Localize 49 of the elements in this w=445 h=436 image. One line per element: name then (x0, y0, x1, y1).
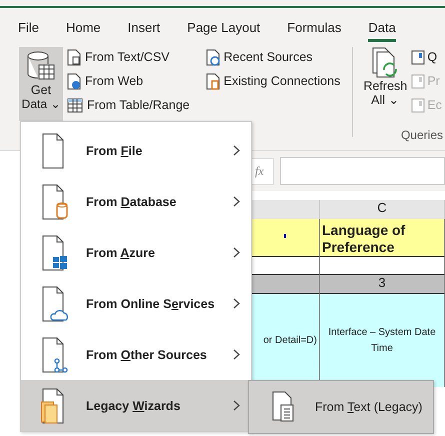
menu-item[interactable]: From Other Sources (21, 329, 251, 380)
function-label: fx (250, 158, 274, 184)
chevron-right-icon (233, 196, 240, 207)
chevron-right-icon (233, 298, 240, 309)
document-icon (41, 184, 69, 220)
chevron-right-icon (233, 247, 240, 258)
ribbon-tab[interactable]: Page Layout (187, 20, 260, 38)
table-cell (250, 219, 320, 257)
document-icon (41, 336, 69, 372)
chevron-right-icon (233, 145, 240, 156)
ribbon-tab[interactable]: Insert (128, 20, 160, 38)
table-cell: Interface – System Date Time (320, 294, 445, 387)
menu-item[interactable]: From Online Services (21, 278, 251, 329)
ribbon-command[interactable]: Recent Sources (206, 47, 340, 67)
chevron-right-icon (233, 400, 240, 411)
document-icon (206, 48, 220, 66)
document-icon (41, 234, 69, 270)
ribbon-tab[interactable]: Formulas (287, 20, 342, 38)
chevron-right-icon (233, 349, 240, 360)
ribbon-command[interactable]: From Text/CSV (67, 47, 190, 67)
menu-item[interactable]: From Database (21, 176, 251, 227)
document-icon (206, 72, 220, 90)
refresh-document-icon (371, 47, 400, 79)
pane-icon (411, 98, 426, 112)
document-icon (67, 48, 81, 66)
document-icon (67, 72, 81, 90)
menu-item[interactable]: From Azure (21, 227, 251, 278)
formula-bar[interactable] (280, 157, 445, 185)
pane-icon (411, 50, 426, 64)
table-icon (67, 98, 83, 112)
refresh-all-button[interactable]: Refresh All ⌄ (363, 47, 408, 107)
table-cell: 3 (320, 275, 445, 294)
ribbon-command[interactable]: Q (411, 47, 442, 67)
ribbon-command[interactable]: From Table/Range (67, 95, 190, 115)
ribbon-tab[interactable]: File (18, 20, 39, 38)
get-data-button[interactable]: Get Data ⌄ (19, 47, 63, 121)
menu-item[interactable]: Legacy Wizards (21, 380, 251, 431)
ribbon-command[interactable]: Existing Connections (206, 71, 340, 91)
menu-item[interactable]: From File (21, 125, 251, 176)
text-document-icon (271, 391, 295, 423)
document-icon (41, 286, 69, 322)
ribbon-tab[interactable]: Home (66, 20, 101, 38)
menu-item[interactable]: From Text (Legacy) (249, 381, 433, 433)
column-header: C (320, 200, 445, 219)
ribbon-tab[interactable]: Data (368, 20, 396, 42)
table-cell: Language of Preference (320, 219, 445, 257)
pane-icon (411, 74, 426, 88)
ribbon-command[interactable]: From Web (67, 71, 190, 91)
group-label: Queries (400, 128, 443, 142)
